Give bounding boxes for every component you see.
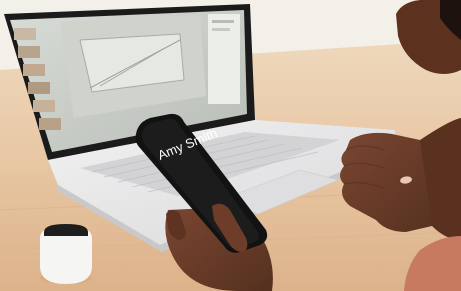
earbuds-case xyxy=(40,224,92,284)
photo-scene: Amy Smith xyxy=(0,0,461,291)
